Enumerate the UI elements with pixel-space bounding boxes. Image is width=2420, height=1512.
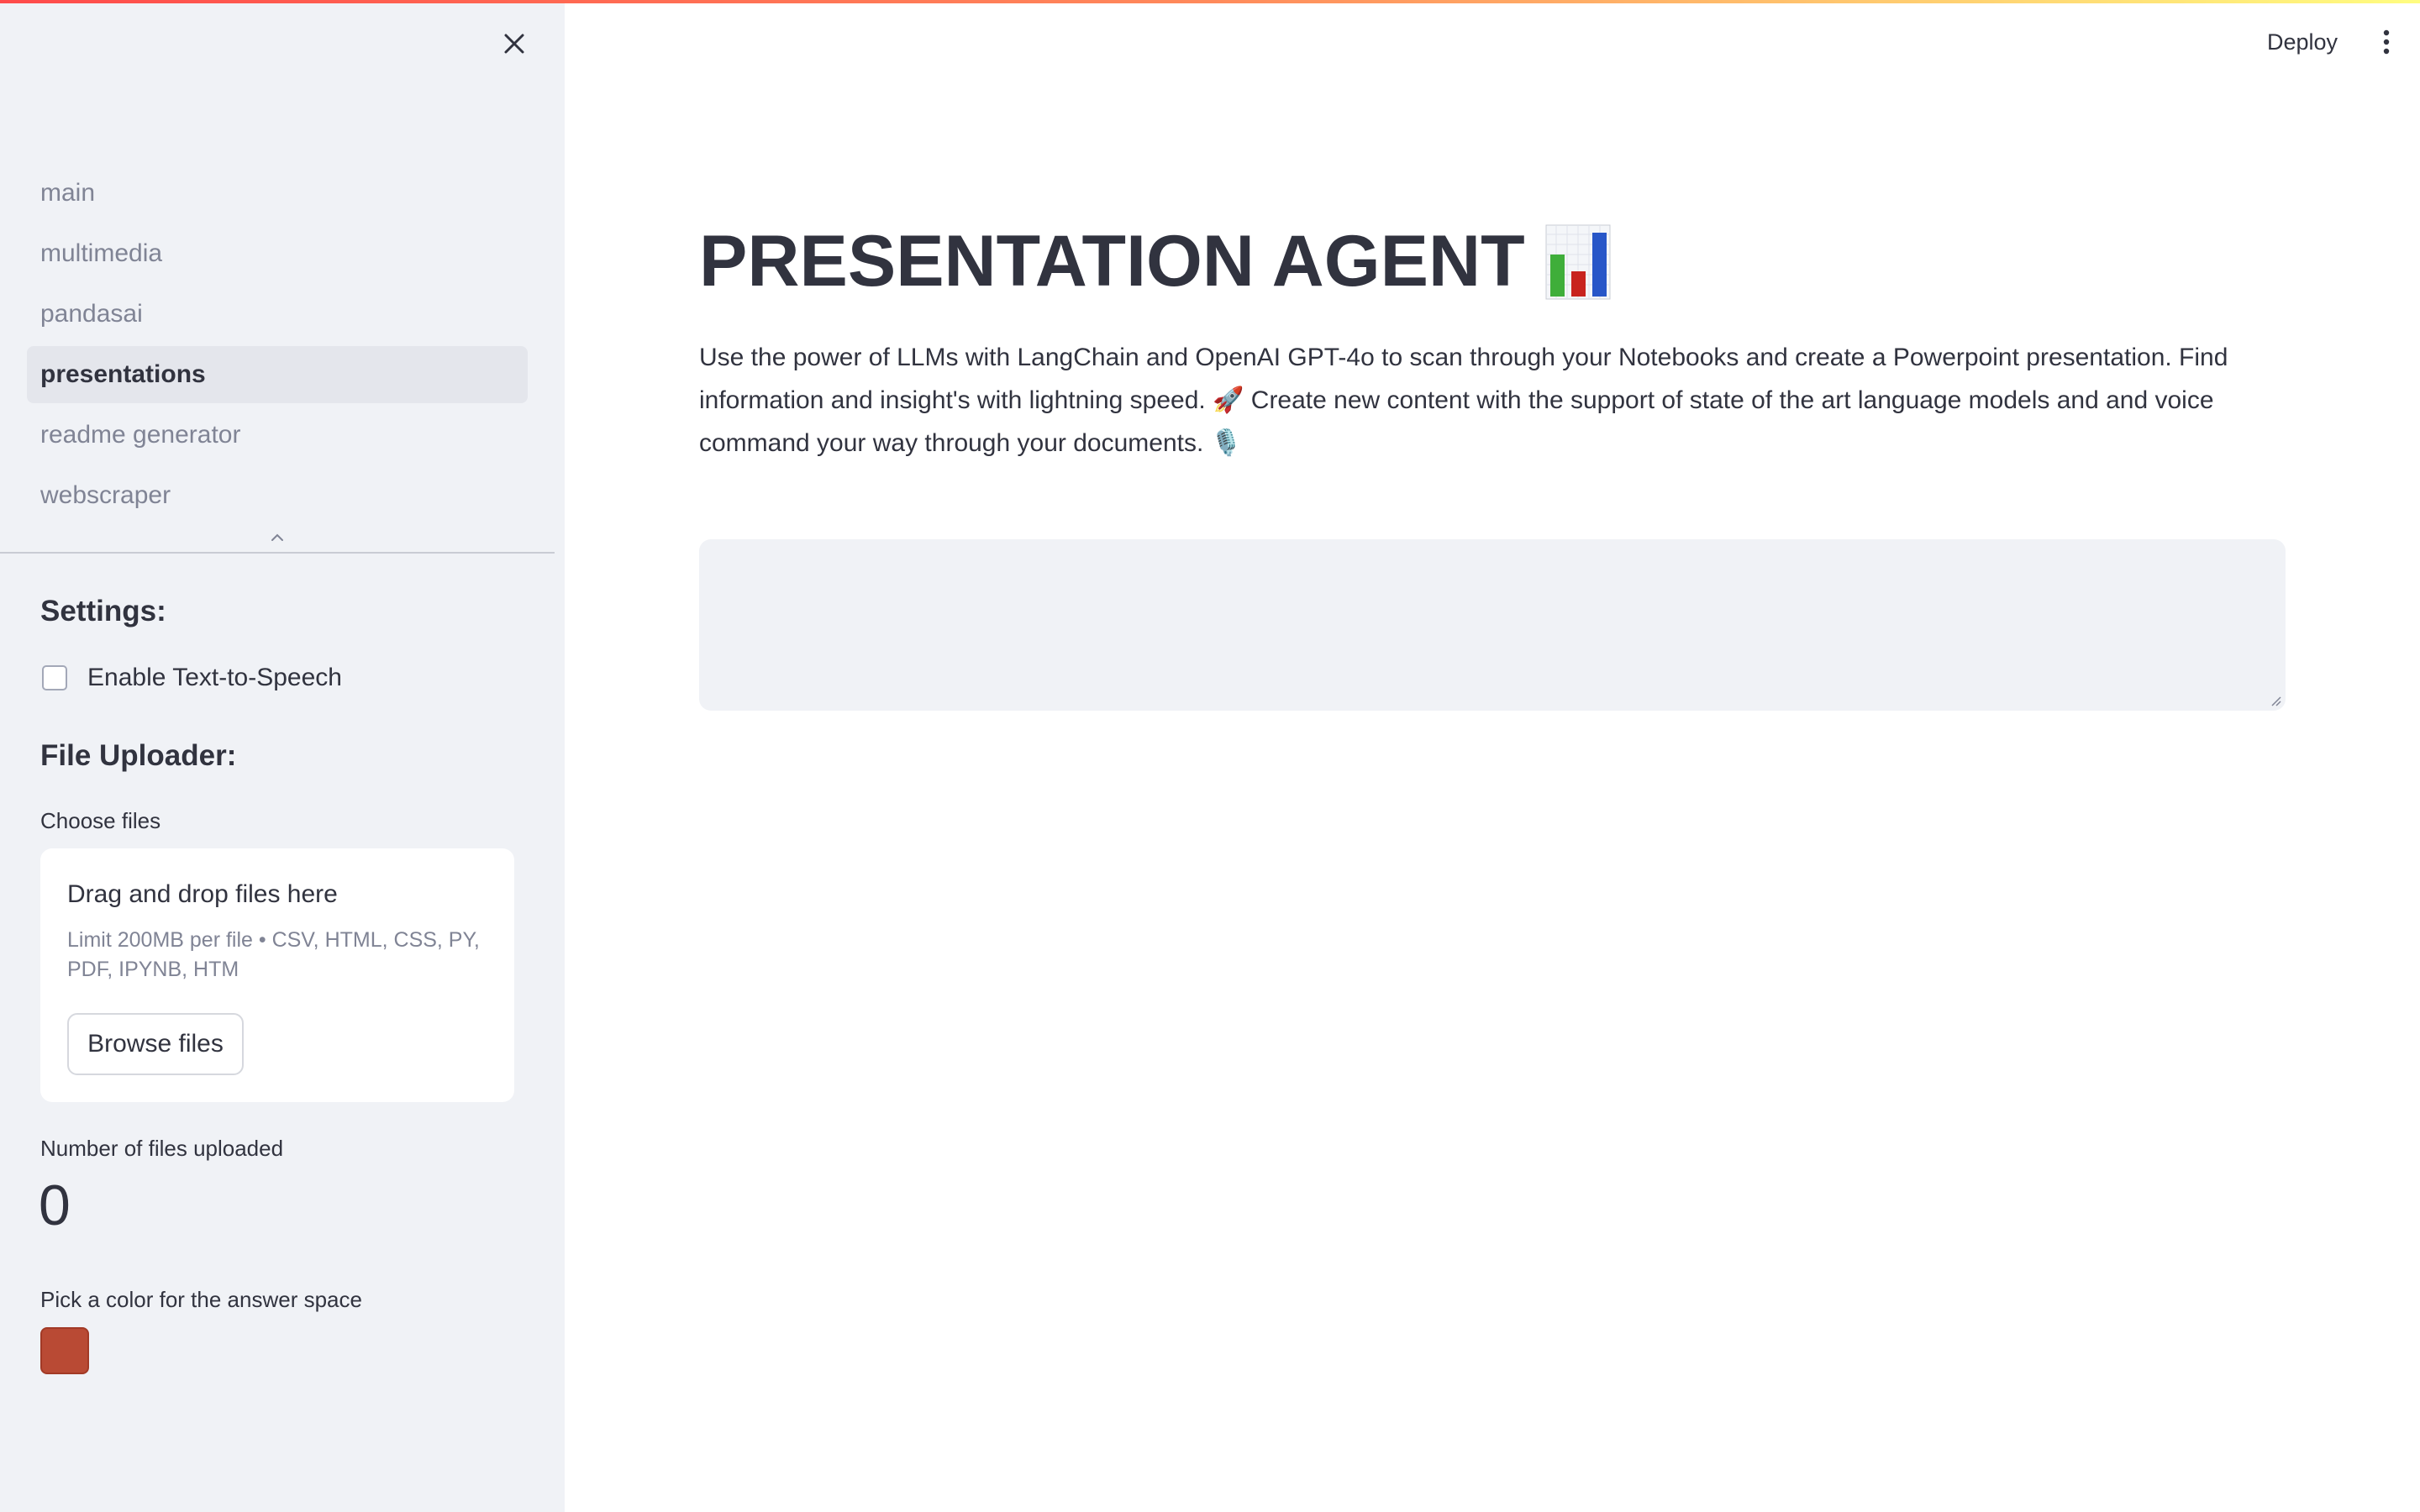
resize-grip-icon[interactable] — [2269, 694, 2282, 707]
color-picker-swatch[interactable] — [40, 1327, 89, 1374]
bar-chart-icon — [1545, 224, 1611, 299]
dropzone-limit-text: Limit 200MB per file • CSV, HTML, CSS, P… — [67, 928, 480, 981]
browse-files-button[interactable]: Browse files — [67, 1013, 244, 1075]
main-menu-button[interactable] — [2370, 22, 2403, 62]
dropzone-title: Drag and drop files here — [67, 880, 338, 908]
close-icon — [504, 34, 524, 54]
nav-divider — [0, 552, 555, 554]
nav-collapse-button[interactable] — [266, 528, 289, 548]
top-decoration-bar — [0, 0, 2420, 3]
choose-files-label: Choose files — [40, 808, 161, 833]
sidebar-nav: main multimedia pandasai presentations r… — [27, 165, 528, 528]
tts-checkbox-label: Enable Text-to-Speech — [87, 664, 342, 691]
deploy-button[interactable]: Deploy — [2252, 22, 2353, 62]
sidebar: main multimedia pandasai presentations r… — [0, 0, 565, 1512]
tts-checkbox-row[interactable]: Enable Text-to-Speech — [42, 664, 342, 692]
file-uploader-heading: File Uploader: — [40, 739, 237, 772]
sidebar-item-webscraper[interactable]: webscraper — [27, 467, 528, 524]
chevron-up-icon — [271, 533, 283, 541]
settings-heading: Settings: — [40, 595, 166, 627]
metric-label: Number of files uploaded — [40, 1136, 284, 1161]
page-description: Use the power of LLMs with LangChain and… — [699, 344, 2228, 457]
page-title: PRESENTATION AGENT — [699, 221, 1525, 302]
file-dropzone[interactable]: Drag and drop files here Limit 200MB per… — [40, 848, 514, 1102]
sidebar-item-pandasai[interactable]: pandasai — [27, 286, 528, 343]
tts-checkbox[interactable] — [42, 665, 67, 690]
metric-value: 0 — [39, 1173, 71, 1237]
kebab-menu-icon — [2383, 29, 2390, 55]
sidebar-item-readme-generator[interactable]: readme generator — [27, 407, 528, 464]
sidebar-item-multimedia[interactable]: multimedia — [27, 225, 528, 282]
page-title-row: PRESENTATION AGENT — [699, 220, 1611, 303]
sidebar-item-main[interactable]: main — [27, 165, 528, 222]
color-picker-label: Pick a color for the answer space — [40, 1287, 362, 1312]
sidebar-close-button[interactable] — [494, 25, 534, 62]
answer-textarea[interactable] — [699, 539, 2286, 711]
sidebar-item-presentations[interactable]: presentations — [27, 346, 528, 403]
